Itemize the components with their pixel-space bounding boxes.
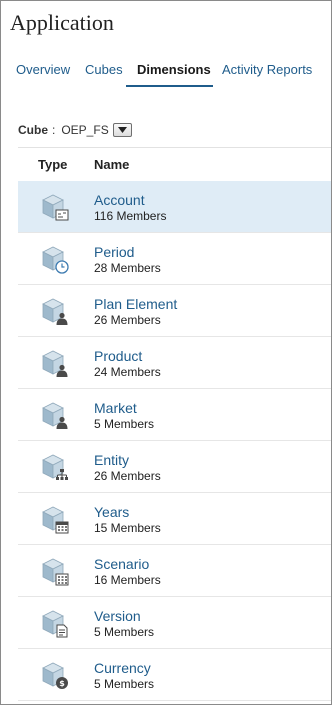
- dimension-cube-icon: [40, 245, 70, 275]
- dimension-name-link[interactable]: Version: [94, 608, 141, 624]
- tab-cubes[interactable]: Cubes: [85, 62, 123, 77]
- dimension-cube-icon: [40, 505, 70, 535]
- dimension-member-count: 5 Members: [94, 417, 155, 431]
- table-row[interactable]: Product 24 Members: [18, 337, 331, 389]
- dimension-name-link[interactable]: Period: [94, 244, 134, 260]
- dimension-name-link[interactable]: Scenario: [94, 556, 149, 572]
- dimension-member-count: 16 Members: [94, 573, 161, 587]
- table-row[interactable]: Years 15 Members: [18, 493, 331, 545]
- dimension-cube-icon: $: [40, 661, 70, 691]
- dimension-member-count: 5 Members: [94, 677, 155, 691]
- dimension-member-count: 5 Members: [94, 625, 155, 639]
- dimension-name-link[interactable]: Currency: [94, 660, 151, 676]
- column-header-type[interactable]: Type: [38, 157, 67, 172]
- dimension-member-count: 15 Members: [94, 521, 161, 535]
- dimension-member-count: 116 Members: [94, 209, 167, 223]
- dimension-cube-icon: [40, 609, 70, 639]
- dimension-name-link[interactable]: Market: [94, 400, 137, 416]
- table-header: Type Name: [18, 147, 331, 181]
- column-header-name[interactable]: Name: [94, 157, 129, 172]
- table-row[interactable]: Period 28 Members: [18, 233, 331, 285]
- cube-separator: :: [52, 123, 56, 137]
- table-row[interactable]: Account 116 Members: [18, 181, 331, 233]
- dimension-member-count: 26 Members: [94, 313, 161, 327]
- active-tab-indicator: [126, 85, 213, 87]
- dimensions-list: Account 116 Members Period 28 Members Plan E…: [18, 181, 331, 701]
- dimension-name-link[interactable]: Product: [94, 348, 142, 364]
- dimension-cube-icon: [40, 297, 70, 327]
- dimension-cube-icon: [40, 193, 70, 223]
- dimension-cube-icon: [40, 453, 70, 483]
- tab-dimensions[interactable]: Dimensions: [137, 62, 211, 77]
- dimension-name-link[interactable]: Account: [94, 192, 145, 208]
- dimension-member-count: 28 Members: [94, 261, 161, 275]
- cube-dropdown-button[interactable]: [112, 123, 132, 137]
- table-row[interactable]: Version 5 Members: [18, 597, 331, 649]
- dimension-name-link[interactable]: Years: [94, 504, 129, 520]
- dimension-member-count: 24 Members: [94, 365, 161, 379]
- cube-value: OEP_FS: [61, 123, 109, 137]
- table-row[interactable]: Entity 26 Members: [18, 441, 331, 493]
- table-row[interactable]: Plan Element 26 Members: [18, 285, 331, 337]
- svg-text:$: $: [59, 679, 65, 688]
- dimension-cube-icon: [40, 401, 70, 431]
- dimension-name-link[interactable]: Entity: [94, 452, 129, 468]
- chevron-down-icon: [117, 127, 127, 133]
- table-row[interactable]: Market 5 Members: [18, 389, 331, 441]
- dimension-cube-icon: [40, 557, 70, 587]
- table-row[interactable]: $ Currency 5 Members: [18, 649, 331, 701]
- table-row[interactable]: Scenario 16 Members: [18, 545, 331, 597]
- page-title: Application: [10, 10, 114, 35]
- dimension-name-link[interactable]: Plan Element: [94, 296, 177, 312]
- dimension-cube-icon: [40, 349, 70, 379]
- cube-label: Cube: [18, 123, 48, 137]
- tab-activity-reports[interactable]: Activity Reports: [222, 62, 312, 77]
- cube-selector: Cube : OEP_FS: [18, 123, 132, 137]
- tab-overview[interactable]: Overview: [16, 62, 70, 77]
- dimension-member-count: 26 Members: [94, 469, 161, 483]
